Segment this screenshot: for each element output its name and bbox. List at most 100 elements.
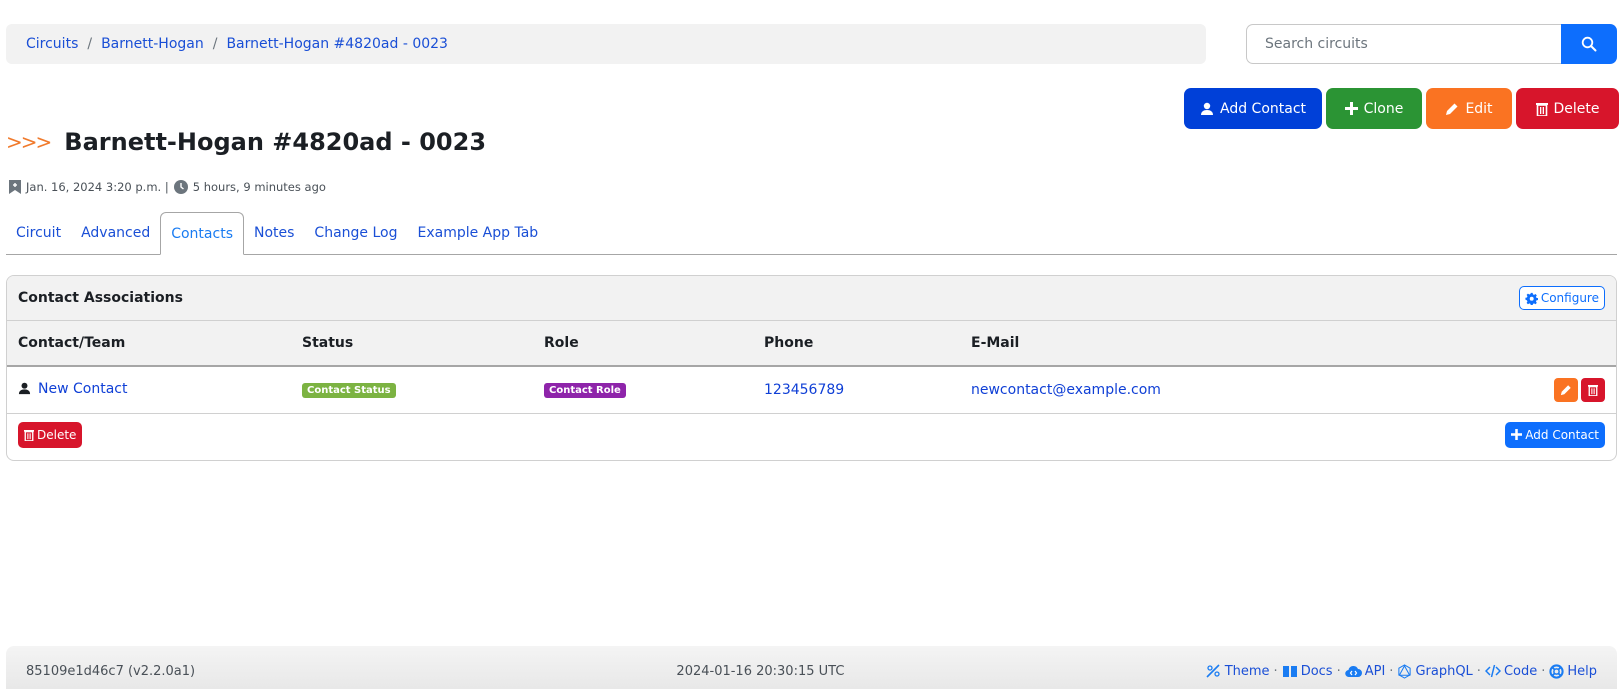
footer-link-graphql-label: GraphQL xyxy=(1415,663,1473,679)
trash-icon xyxy=(1535,102,1548,116)
object-timestamps: Jan. 16, 2024 3:20 p.m. | 5 hours, 9 min… xyxy=(9,180,326,194)
search-icon xyxy=(1581,36,1597,52)
footer-link-docs-label: Docs xyxy=(1300,663,1333,679)
graphql-icon xyxy=(1398,663,1412,679)
footer-link-code[interactable]: Code xyxy=(1484,663,1538,679)
plus-icon xyxy=(1344,102,1358,115)
footer-link-docs[interactable]: Docs xyxy=(1282,664,1333,679)
user-icon xyxy=(18,382,31,395)
phone-link[interactable]: 123456789 xyxy=(764,382,844,398)
footer-separator: · xyxy=(1476,663,1481,679)
cell-email: newcontact@example.com xyxy=(960,366,1536,414)
footer-link-help-label: Help xyxy=(1567,663,1597,679)
pencil-icon xyxy=(1560,385,1571,395)
bookmark-icon xyxy=(9,180,21,194)
breadcrumb-separator: / xyxy=(212,36,218,52)
tab-advanced[interactable]: Advanced xyxy=(71,212,160,254)
cell-status: Contact Status xyxy=(291,366,533,414)
column-header-contact[interactable]: Contact/Team xyxy=(7,321,291,367)
footer-link-help[interactable]: Help xyxy=(1549,664,1597,679)
pencil-icon xyxy=(1446,103,1458,115)
tab-circuit[interactable]: Circuit xyxy=(6,212,71,254)
edit-label: Edit xyxy=(1465,100,1493,117)
breadcrumb-separator: / xyxy=(87,36,93,52)
object-tabs: Circuit Advanced Contacts Notes Change L… xyxy=(6,212,1617,255)
add-contact-button[interactable]: Add Contact xyxy=(1184,88,1322,129)
status-badge: Contact Status xyxy=(302,383,396,399)
breadcrumb-circuit[interactable]: Barnett-Hogan #4820ad - 0023 xyxy=(226,36,448,52)
tab-change-log[interactable]: Change Log xyxy=(304,212,407,254)
search-form xyxy=(1246,24,1617,64)
clone-button[interactable]: Clone xyxy=(1326,88,1422,129)
cell-role: Contact Role xyxy=(533,366,753,414)
footer-separator: · xyxy=(1273,663,1278,679)
column-header-email[interactable]: E-Mail xyxy=(960,321,1536,367)
tab-contacts[interactable]: Contacts xyxy=(160,212,244,255)
search-button[interactable] xyxy=(1561,24,1617,64)
page-title: Barnett-Hogan #4820ad - 0023 xyxy=(64,128,487,156)
footer-link-code-label: Code xyxy=(1503,663,1538,679)
page-footer: 85109e1d46c7 (v2.2.0a1) 2024-01-16 20:30… xyxy=(6,646,1617,689)
column-header-role[interactable]: Role xyxy=(533,321,753,367)
user-icon xyxy=(1200,102,1213,115)
footer-separator: · xyxy=(1336,663,1341,679)
version-info: 85109e1d46c7 (v2.2.0a1) xyxy=(26,663,196,679)
contact-link[interactable]: New Contact xyxy=(38,381,127,397)
created-date: Jan. 16, 2024 3:20 p.m. | xyxy=(26,180,169,194)
footer-link-api-label: API xyxy=(1364,663,1386,679)
column-header-status[interactable]: Status xyxy=(291,321,533,367)
card-footer: Delete Add Contact xyxy=(7,414,1616,456)
delete-button[interactable]: Delete xyxy=(1516,88,1619,129)
tab-example-app[interactable]: Example App Tab xyxy=(407,212,548,254)
footer-link-api[interactable]: API xyxy=(1344,663,1386,679)
search-input[interactable] xyxy=(1246,24,1561,64)
breadcrumb-circuits[interactable]: Circuits xyxy=(26,36,78,52)
row-delete-button[interactable] xyxy=(1581,377,1605,402)
plus-icon xyxy=(1511,429,1523,440)
cloud-icon xyxy=(1344,665,1362,677)
card-header: Contact Associations Configure xyxy=(7,276,1616,321)
gear-icon xyxy=(1525,292,1538,305)
footer-link-theme-label: Theme xyxy=(1224,663,1270,679)
footer-link-theme[interactable]: Theme xyxy=(1206,664,1270,679)
bulk-delete-label: Delete xyxy=(37,427,77,442)
add-contact-label: Add Contact xyxy=(1219,100,1307,117)
server-timestamp: 2024-01-16 20:30:15 UTC xyxy=(676,663,845,679)
contacts-table: Contact/Team Status Role Phone E-Mail Ne… xyxy=(7,321,1616,414)
configure-button[interactable]: Configure xyxy=(1518,286,1605,310)
cell-contact: New Contact xyxy=(7,366,291,414)
updated-ago: 5 hours, 9 minutes ago xyxy=(192,180,326,194)
page-header: >>> Barnett-Hogan #4820ad - 0023 xyxy=(6,128,486,156)
footer-separator: · xyxy=(1541,663,1546,679)
column-header-actions xyxy=(1536,321,1616,367)
column-header-phone[interactable]: Phone xyxy=(753,321,960,367)
footer-links: Theme · Docs · API · GraphQL · Code · He… xyxy=(1206,664,1597,679)
email-link[interactable]: newcontact@example.com xyxy=(971,382,1161,398)
breadcrumb: Circuits / Barnett-Hogan / Barnett-Hogan… xyxy=(6,24,1206,64)
code-icon xyxy=(1484,664,1501,678)
tab-notes[interactable]: Notes xyxy=(244,212,304,254)
bulk-delete-button[interactable]: Delete xyxy=(18,421,83,448)
clone-label: Clone xyxy=(1363,100,1404,117)
cell-phone: 123456789 xyxy=(753,366,960,414)
row-edit-button[interactable] xyxy=(1554,377,1578,402)
edit-button[interactable]: Edit xyxy=(1426,88,1512,129)
lifebuoy-icon xyxy=(1549,663,1564,679)
theme-icon xyxy=(1206,664,1220,678)
footer-link-graphql[interactable]: GraphQL xyxy=(1397,663,1473,679)
card-add-contact-button[interactable]: Add Contact xyxy=(1505,421,1605,448)
card-title: Contact Associations xyxy=(18,290,183,306)
delete-label: Delete xyxy=(1553,100,1600,117)
card-add-contact-label: Add Contact xyxy=(1525,427,1599,442)
clock-icon xyxy=(173,180,188,194)
breadcrumb-provider[interactable]: Barnett-Hogan xyxy=(101,36,204,52)
title-arrows-icon: >>> xyxy=(6,130,52,154)
role-badge: Contact Role xyxy=(544,383,626,399)
table-row: New Contact Contact Status Contact Role … xyxy=(7,366,1616,414)
cell-actions xyxy=(1536,366,1616,414)
footer-separator: · xyxy=(1389,663,1394,679)
trash-icon xyxy=(1588,384,1598,396)
configure-label: Configure xyxy=(1540,291,1599,305)
object-actions: Add Contact Clone Edit Delete xyxy=(1184,88,1619,129)
trash-icon xyxy=(24,429,34,441)
